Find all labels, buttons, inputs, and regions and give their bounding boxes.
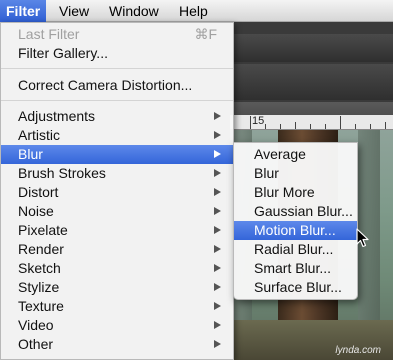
ruler-tick [370, 124, 371, 129]
menu-item-label: Other [18, 336, 54, 352]
ruler-tick [265, 124, 266, 129]
options-bar [230, 34, 393, 62]
chevron-right-icon [214, 321, 221, 329]
menu-item-video[interactable]: Video [1, 316, 233, 335]
menu-item-stylize[interactable]: Stylize [1, 278, 233, 297]
submenu-item-average[interactable]: Average [234, 145, 357, 164]
submenu-item-blur-more[interactable]: Blur More [234, 183, 357, 202]
submenu-item-label: Average [254, 146, 306, 162]
menu-item-label: Render [18, 241, 64, 257]
menu-item-filter-gallery[interactable]: Filter Gallery... [1, 44, 233, 63]
chevron-right-icon [214, 131, 221, 139]
submenu-item-label: Motion Blur... [254, 222, 336, 238]
menu-item-adjustments[interactable]: Adjustments [1, 107, 233, 126]
menu-item-noise[interactable]: Noise [1, 202, 233, 221]
ruler-tick [280, 124, 281, 129]
menu-item-last-filter[interactable]: Last Filter ⌘F [1, 25, 233, 44]
menu-item-correct-camera-distortion[interactable]: Correct Camera Distortion... [1, 76, 233, 95]
menu-item-other[interactable]: Other [1, 335, 233, 354]
chevron-right-icon [214, 150, 221, 158]
blur-submenu: Average Blur Blur More Gaussian Blur... … [233, 142, 358, 300]
chevron-right-icon [214, 112, 221, 120]
menu-separator [1, 68, 233, 69]
submenu-item-label: Radial Blur... [254, 241, 334, 257]
menu-window[interactable]: Window [103, 0, 165, 22]
menu-separator [1, 100, 233, 101]
chevron-right-icon [214, 188, 221, 196]
chevron-right-icon [214, 264, 221, 272]
menu-item-label: Distort [18, 184, 59, 200]
menu-help[interactable]: Help [173, 0, 214, 22]
ruler: 15 [230, 115, 393, 130]
chevron-right-icon [214, 302, 221, 310]
ruler-tick [250, 116, 251, 129]
menu-item-label: Artistic [18, 127, 60, 143]
submenu-item-label: Gaussian Blur... [254, 203, 353, 219]
submenu-item-radial-blur[interactable]: Radial Blur... [234, 240, 357, 259]
menu-item-texture[interactable]: Texture [1, 297, 233, 316]
menu-view[interactable]: View [53, 0, 95, 22]
menu-item-distort[interactable]: Distort [1, 183, 233, 202]
chevron-right-icon [214, 207, 221, 215]
ruler-tick [310, 124, 311, 129]
menu-item-brush-strokes[interactable]: Brush Strokes [1, 164, 233, 183]
submenu-item-gaussian-blur[interactable]: Gaussian Blur... [234, 202, 357, 221]
submenu-item-surface-blur[interactable]: Surface Blur... [234, 278, 357, 297]
menu-bar: Filter View Window Help [0, 0, 393, 22]
menu-item-label: Video [18, 317, 54, 333]
submenu-item-smart-blur[interactable]: Smart Blur... [234, 259, 357, 278]
menu-item-blur[interactable]: Blur [1, 145, 233, 164]
menu-item-pixelate[interactable]: Pixelate [1, 221, 233, 240]
chevron-right-icon [214, 169, 221, 177]
menu-item-label: Blur [18, 146, 43, 162]
menu-item-label: Sketch [18, 260, 61, 276]
chevron-right-icon [214, 226, 221, 234]
submenu-item-label: Surface Blur... [254, 279, 342, 295]
ruler-tick [340, 116, 341, 129]
menu-item-label: Filter Gallery... [18, 45, 108, 61]
filter-menu: Last Filter ⌘F Filter Gallery... Correct… [0, 22, 234, 360]
menu-item-label: Noise [18, 203, 54, 219]
menu-item-label: Adjustments [18, 108, 96, 124]
menu-item-label: Pixelate [18, 222, 68, 238]
menu-item-label: Texture [18, 298, 64, 314]
shortcut-label: ⌘F [194, 26, 217, 42]
chevron-right-icon [214, 245, 221, 253]
menu-item-sketch[interactable]: Sketch [1, 259, 233, 278]
ruler-tick [325, 124, 326, 129]
submenu-item-label: Blur More [254, 184, 315, 200]
ruler-label: 15 [252, 115, 265, 127]
ruler-tick [385, 122, 386, 129]
ruler-tick [295, 122, 296, 129]
chevron-right-icon [214, 340, 221, 348]
menu-item-artistic[interactable]: Artistic [1, 126, 233, 145]
menu-filter[interactable]: Filter [0, 0, 47, 22]
submenu-item-blur[interactable]: Blur [234, 164, 357, 183]
menu-item-label: Last Filter [18, 26, 80, 42]
menu-item-label: Stylize [18, 279, 60, 295]
menu-item-label: Brush Strokes [18, 165, 106, 181]
ruler-tick [355, 124, 356, 129]
menu-item-render[interactable]: Render [1, 240, 233, 259]
submenu-item-label: Smart Blur... [254, 260, 332, 276]
watermark: lynda.com [335, 345, 381, 356]
submenu-item-label: Blur [254, 165, 279, 181]
menu-item-label: Correct Camera Distortion... [18, 77, 193, 93]
mouse-pointer-icon [356, 228, 370, 253]
toolbar-strip [230, 64, 393, 100]
chevron-right-icon [214, 283, 221, 291]
submenu-item-motion-blur[interactable]: Motion Blur... [234, 221, 357, 240]
